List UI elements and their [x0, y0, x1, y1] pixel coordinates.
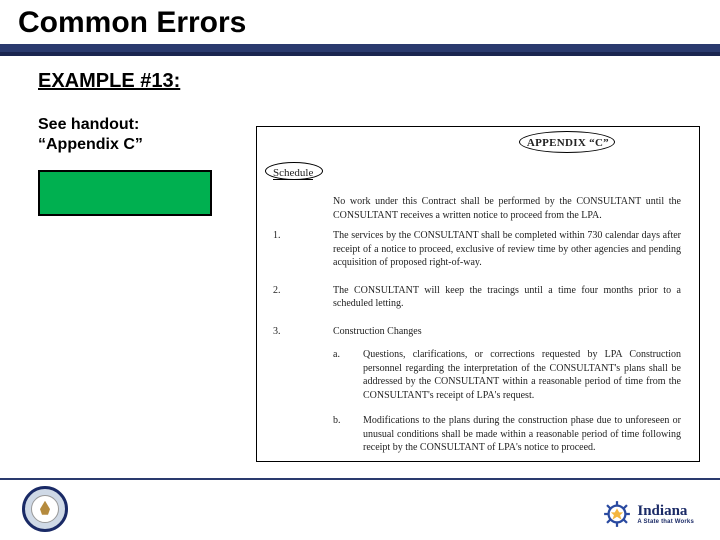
appendix-header-label: APPENDIX “C”	[527, 137, 609, 149]
state-text: Indiana A State that Works	[637, 504, 694, 525]
doc-ordered-list: 1. The services by the CONSULTANT shall …	[273, 229, 681, 469]
body: EXAMPLE #13: See handout: “Appendix C” A…	[0, 56, 720, 155]
doc-sub-text: Modifications to the plans during the co…	[363, 415, 681, 453]
title-row: Common Errors	[0, 0, 720, 40]
doc-item-num: 1.	[273, 229, 281, 243]
doc-sub-label: b.	[333, 414, 341, 428]
state-tagline: A State that Works	[637, 519, 694, 525]
doc-item-3: 3. Construction Changes a. Questions, cl…	[273, 325, 681, 455]
doc-item-2: 2. The CONSULTANT will keep the tracings…	[273, 284, 681, 311]
schedule-label: Schedule	[273, 167, 313, 179]
seal-inner	[31, 495, 59, 523]
title-underline	[0, 44, 720, 56]
green-callout-box	[38, 170, 212, 216]
handout-line2: “Appendix C”	[38, 136, 143, 153]
doc-sub-text: Questions, clarifications, or correction…	[363, 349, 681, 401]
doc-item-num: 2.	[273, 284, 281, 298]
appendix-document: APPENDIX “C” Schedule No work under this…	[256, 126, 700, 462]
doc-item-text: Construction Changes	[333, 326, 422, 337]
state-name: Indiana	[637, 504, 694, 519]
footer: Indiana A State that Works	[0, 478, 720, 540]
appendix-header: APPENDIX “C”	[527, 137, 609, 149]
doc-item-num: 3.	[273, 325, 281, 339]
handout-line1: See handout:	[38, 116, 139, 133]
doc-item-text: The CONSULTANT will keep the tracings un…	[333, 285, 681, 310]
indot-seal-icon	[22, 486, 68, 532]
schedule-heading: Schedule	[273, 167, 313, 180]
page-title: Common Errors	[18, 6, 720, 40]
bar-top	[0, 44, 720, 52]
gear-icon	[603, 500, 631, 528]
doc-intro-paragraph: No work under this Contract shall be per…	[333, 195, 681, 222]
doc-sub-a: a. Questions, clarifications, or correct…	[333, 348, 681, 402]
doc-item-text: The services by the CONSULTANT shall be …	[333, 230, 681, 268]
footer-divider	[0, 478, 720, 480]
example-heading: EXAMPLE #13:	[38, 70, 720, 93]
slide: Common Errors EXAMPLE #13: See handout: …	[0, 0, 720, 540]
doc-sub-list: a. Questions, clarifications, or correct…	[333, 348, 681, 455]
state-logo: Indiana A State that Works	[603, 500, 694, 528]
doc-sub-b: b. Modifications to the plans during the…	[333, 414, 681, 455]
doc-sub-label: a.	[333, 348, 340, 362]
doc-item-1: 1. The services by the CONSULTANT shall …	[273, 229, 681, 270]
